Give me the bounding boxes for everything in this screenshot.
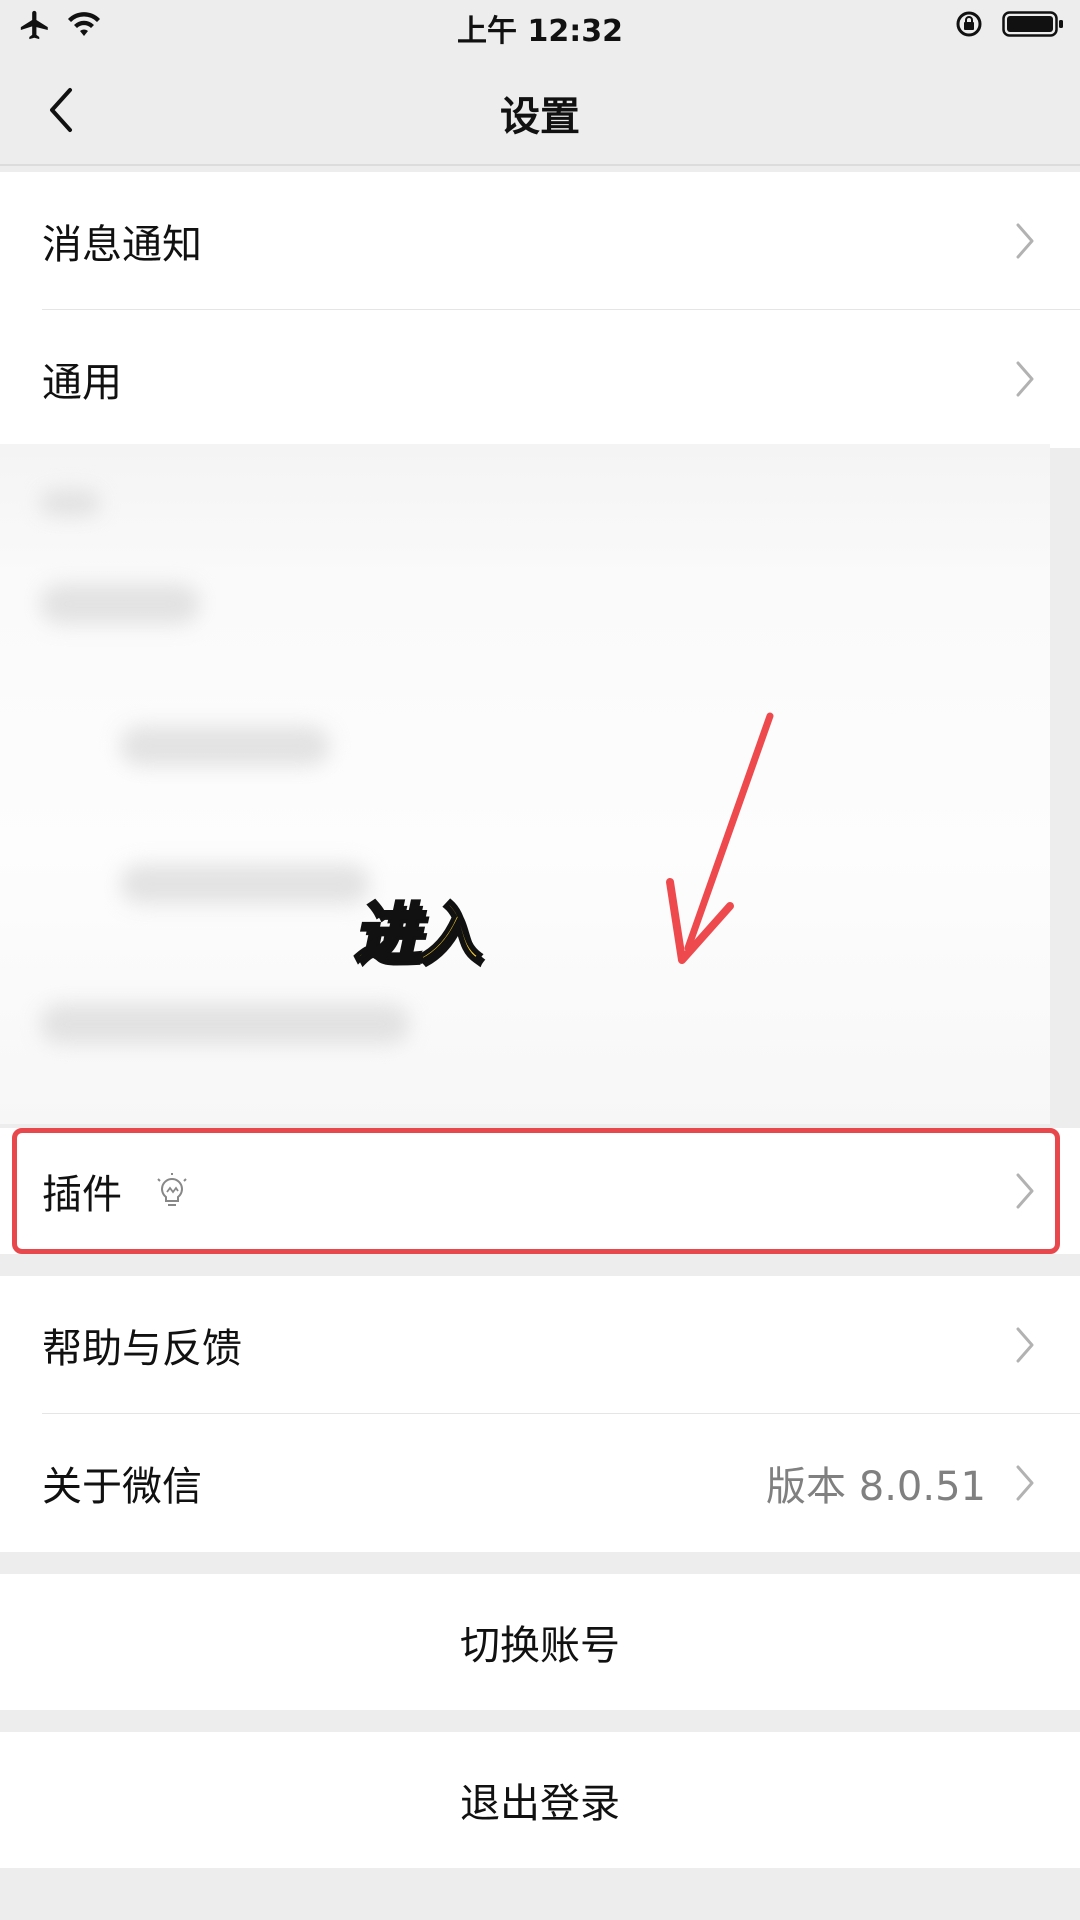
chevron-right-icon [1016,361,1034,397]
status-right [954,9,1064,43]
row-help-feedback[interactable]: 帮助与反馈 [0,1276,1080,1414]
row-about[interactable]: 关于微信 版本 8.0.51 [0,1414,1080,1552]
row-label: 插件 [42,1172,122,1218]
switch-account-button[interactable]: 切换账号 [0,1574,1080,1710]
settings-group-plugins: 插件 [0,1128,1080,1254]
blurred-text [40,584,200,624]
switch-account-label: 切换账号 [460,1623,620,1669]
status-time: 上午 12:32 [457,14,623,49]
chevron-right-icon [1016,1465,1034,1501]
row-label: 消息通知 [42,222,202,268]
row-general[interactable]: 通用 [0,310,1080,448]
row-notifications[interactable]: 消息通知 [0,172,1080,310]
logout-button[interactable]: 退出登录 [0,1732,1080,1868]
red-arrow-icon [666,712,774,964]
chevron-right-icon [1016,1173,1034,1209]
settings-group-2: 帮助与反馈 关于微信 版本 8.0.51 [0,1276,1080,1552]
row-label: 通用 [42,360,122,406]
page-title: 设置 [500,94,580,140]
row-label: 关于微信 [42,1464,202,1510]
settings-group-1: 消息通知 通用 [0,172,1080,448]
version-value: 版本 8.0.51 [766,1464,986,1510]
blurred-region [0,444,1050,1124]
status-bar: 上午 12:32 [0,0,1080,52]
row-plugins[interactable]: 插件 [0,1128,1080,1254]
chevron-right-icon [1016,223,1034,259]
lightbulb-icon [157,1173,187,1206]
blurred-text [40,490,100,516]
battery-icon [1002,9,1064,43]
chevron-right-icon [1016,1327,1034,1363]
row-label: 帮助与反馈 [42,1326,242,1372]
logout-label: 退出登录 [460,1781,620,1827]
blurred-text [120,726,330,766]
blurred-text [40,1004,410,1044]
blurred-text [120,864,370,904]
annotation-label: 进入 [349,894,492,974]
nav-bar: 设置 [0,52,1080,166]
rotation-lock-icon [954,9,984,43]
